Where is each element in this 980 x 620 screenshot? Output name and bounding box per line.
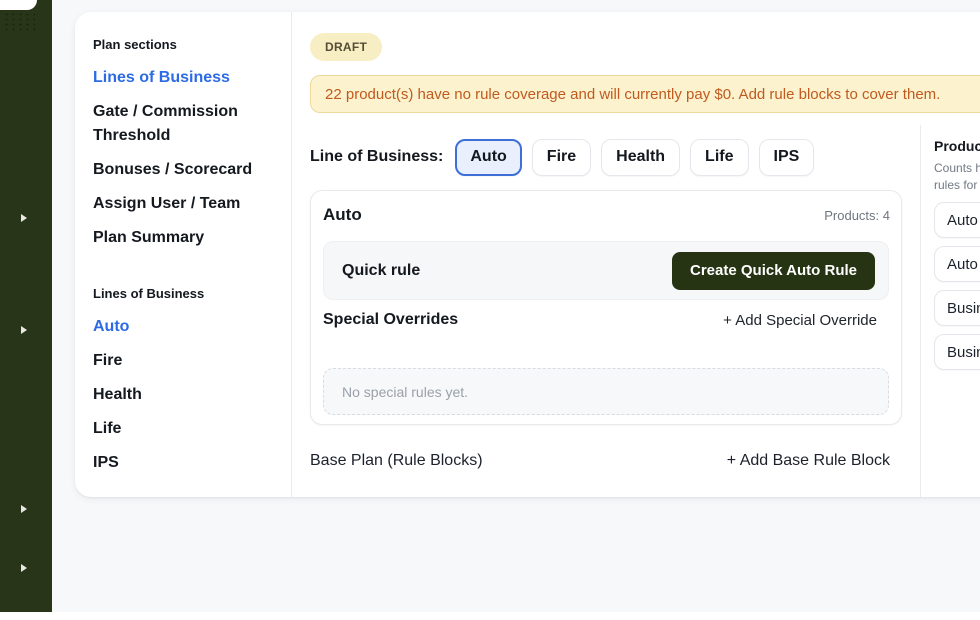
sidebar-top-cutout xyxy=(0,0,37,10)
auto-card-title: Auto xyxy=(323,205,362,225)
lob-pill-health[interactable]: Health xyxy=(601,139,680,176)
quick-rule-box: Quick rule Create Quick Auto Rule xyxy=(323,241,889,300)
coverage-warning-text: 22 product(s) have no rule coverage and … xyxy=(325,86,940,103)
quick-rule-label: Quick rule xyxy=(342,262,420,280)
plan-sections-nav: Plan sections Lines of Business Gate / C… xyxy=(75,12,292,497)
lob-selector-label: Line of Business: xyxy=(310,148,443,166)
lob-pill-life[interactable]: Life xyxy=(690,139,748,176)
chevron-right-icon[interactable] xyxy=(21,505,27,513)
nav-lob-health[interactable]: Health xyxy=(93,383,275,407)
products-panel-description: Counts h rules for t xyxy=(934,160,980,194)
lines-of-business-label: Lines of Business xyxy=(93,286,275,301)
products-panel: Products Counts h rules for t Auto Auto … xyxy=(920,125,980,497)
chevron-right-icon[interactable] xyxy=(21,326,27,334)
products-count: Products: 4 xyxy=(824,208,890,223)
sidebar-texture-dots xyxy=(3,12,35,32)
special-overrides-title: Special Overrides xyxy=(323,311,458,329)
nav-item-gate-commission-threshold[interactable]: Gate / Commission Threshold xyxy=(93,100,275,148)
status-badge: DRAFT xyxy=(310,33,382,61)
products-desc-line1: Counts h xyxy=(934,161,980,175)
bottom-edge-strip xyxy=(0,612,980,620)
nav-lob-life[interactable]: Life xyxy=(93,417,275,441)
product-list-item[interactable]: Auto xyxy=(934,202,980,238)
chevron-right-icon[interactable] xyxy=(21,214,27,222)
plan-sections-label: Plan sections xyxy=(93,37,275,52)
products-desc-line2: rules for t xyxy=(934,178,980,192)
nav-lob-fire[interactable]: Fire xyxy=(93,349,275,373)
base-plan-row: Base Plan (Rule Blocks) + Add Base Rule … xyxy=(310,452,890,470)
empty-state-text: No special rules yet. xyxy=(342,384,468,400)
add-special-override-link[interactable]: + Add Special Override xyxy=(723,312,877,329)
nav-item-plan-summary[interactable]: Plan Summary xyxy=(93,226,275,250)
lob-pill-fire[interactable]: Fire xyxy=(532,139,591,176)
nav-lob-auto[interactable]: Auto xyxy=(93,315,275,339)
plan-content: DRAFT 22 product(s) have no rule coverag… xyxy=(310,12,902,497)
nav-lob-ips[interactable]: IPS xyxy=(93,451,275,475)
lob-pill-ips[interactable]: IPS xyxy=(759,139,815,176)
products-panel-title: Products xyxy=(934,138,980,154)
plan-editor-card: Plan sections Lines of Business Gate / C… xyxy=(75,12,980,497)
auto-lob-card: Auto Products: 4 Quick rule Create Quick… xyxy=(310,190,902,425)
auto-card-header: Auto Products: 4 xyxy=(323,205,890,225)
nav-item-bonuses-scorecard[interactable]: Bonuses / Scorecard xyxy=(93,158,275,182)
product-list-item[interactable]: Business xyxy=(934,334,980,370)
special-overrides-header: Special Overrides + Add Special Override xyxy=(323,311,877,329)
add-base-rule-block-link[interactable]: + Add Base Rule Block xyxy=(727,452,890,470)
chevron-right-icon[interactable] xyxy=(21,564,27,572)
base-plan-label: Base Plan (Rule Blocks) xyxy=(310,452,483,470)
product-list-item[interactable]: Auto A xyxy=(934,246,980,282)
lob-pill-auto[interactable]: Auto xyxy=(455,139,521,176)
app-sidebar xyxy=(0,0,52,612)
special-overrides-empty-state: No special rules yet. xyxy=(323,368,889,415)
product-list-item[interactable]: Business xyxy=(934,290,980,326)
create-quick-auto-rule-button[interactable]: Create Quick Auto Rule xyxy=(672,252,875,290)
nav-item-lines-of-business[interactable]: Lines of Business xyxy=(93,66,275,90)
coverage-warning-banner: 22 product(s) have no rule coverage and … xyxy=(310,75,980,113)
lob-selector: Line of Business: Auto Fire Health Life … xyxy=(310,135,902,179)
nav-item-assign-user-team[interactable]: Assign User / Team xyxy=(93,192,275,216)
